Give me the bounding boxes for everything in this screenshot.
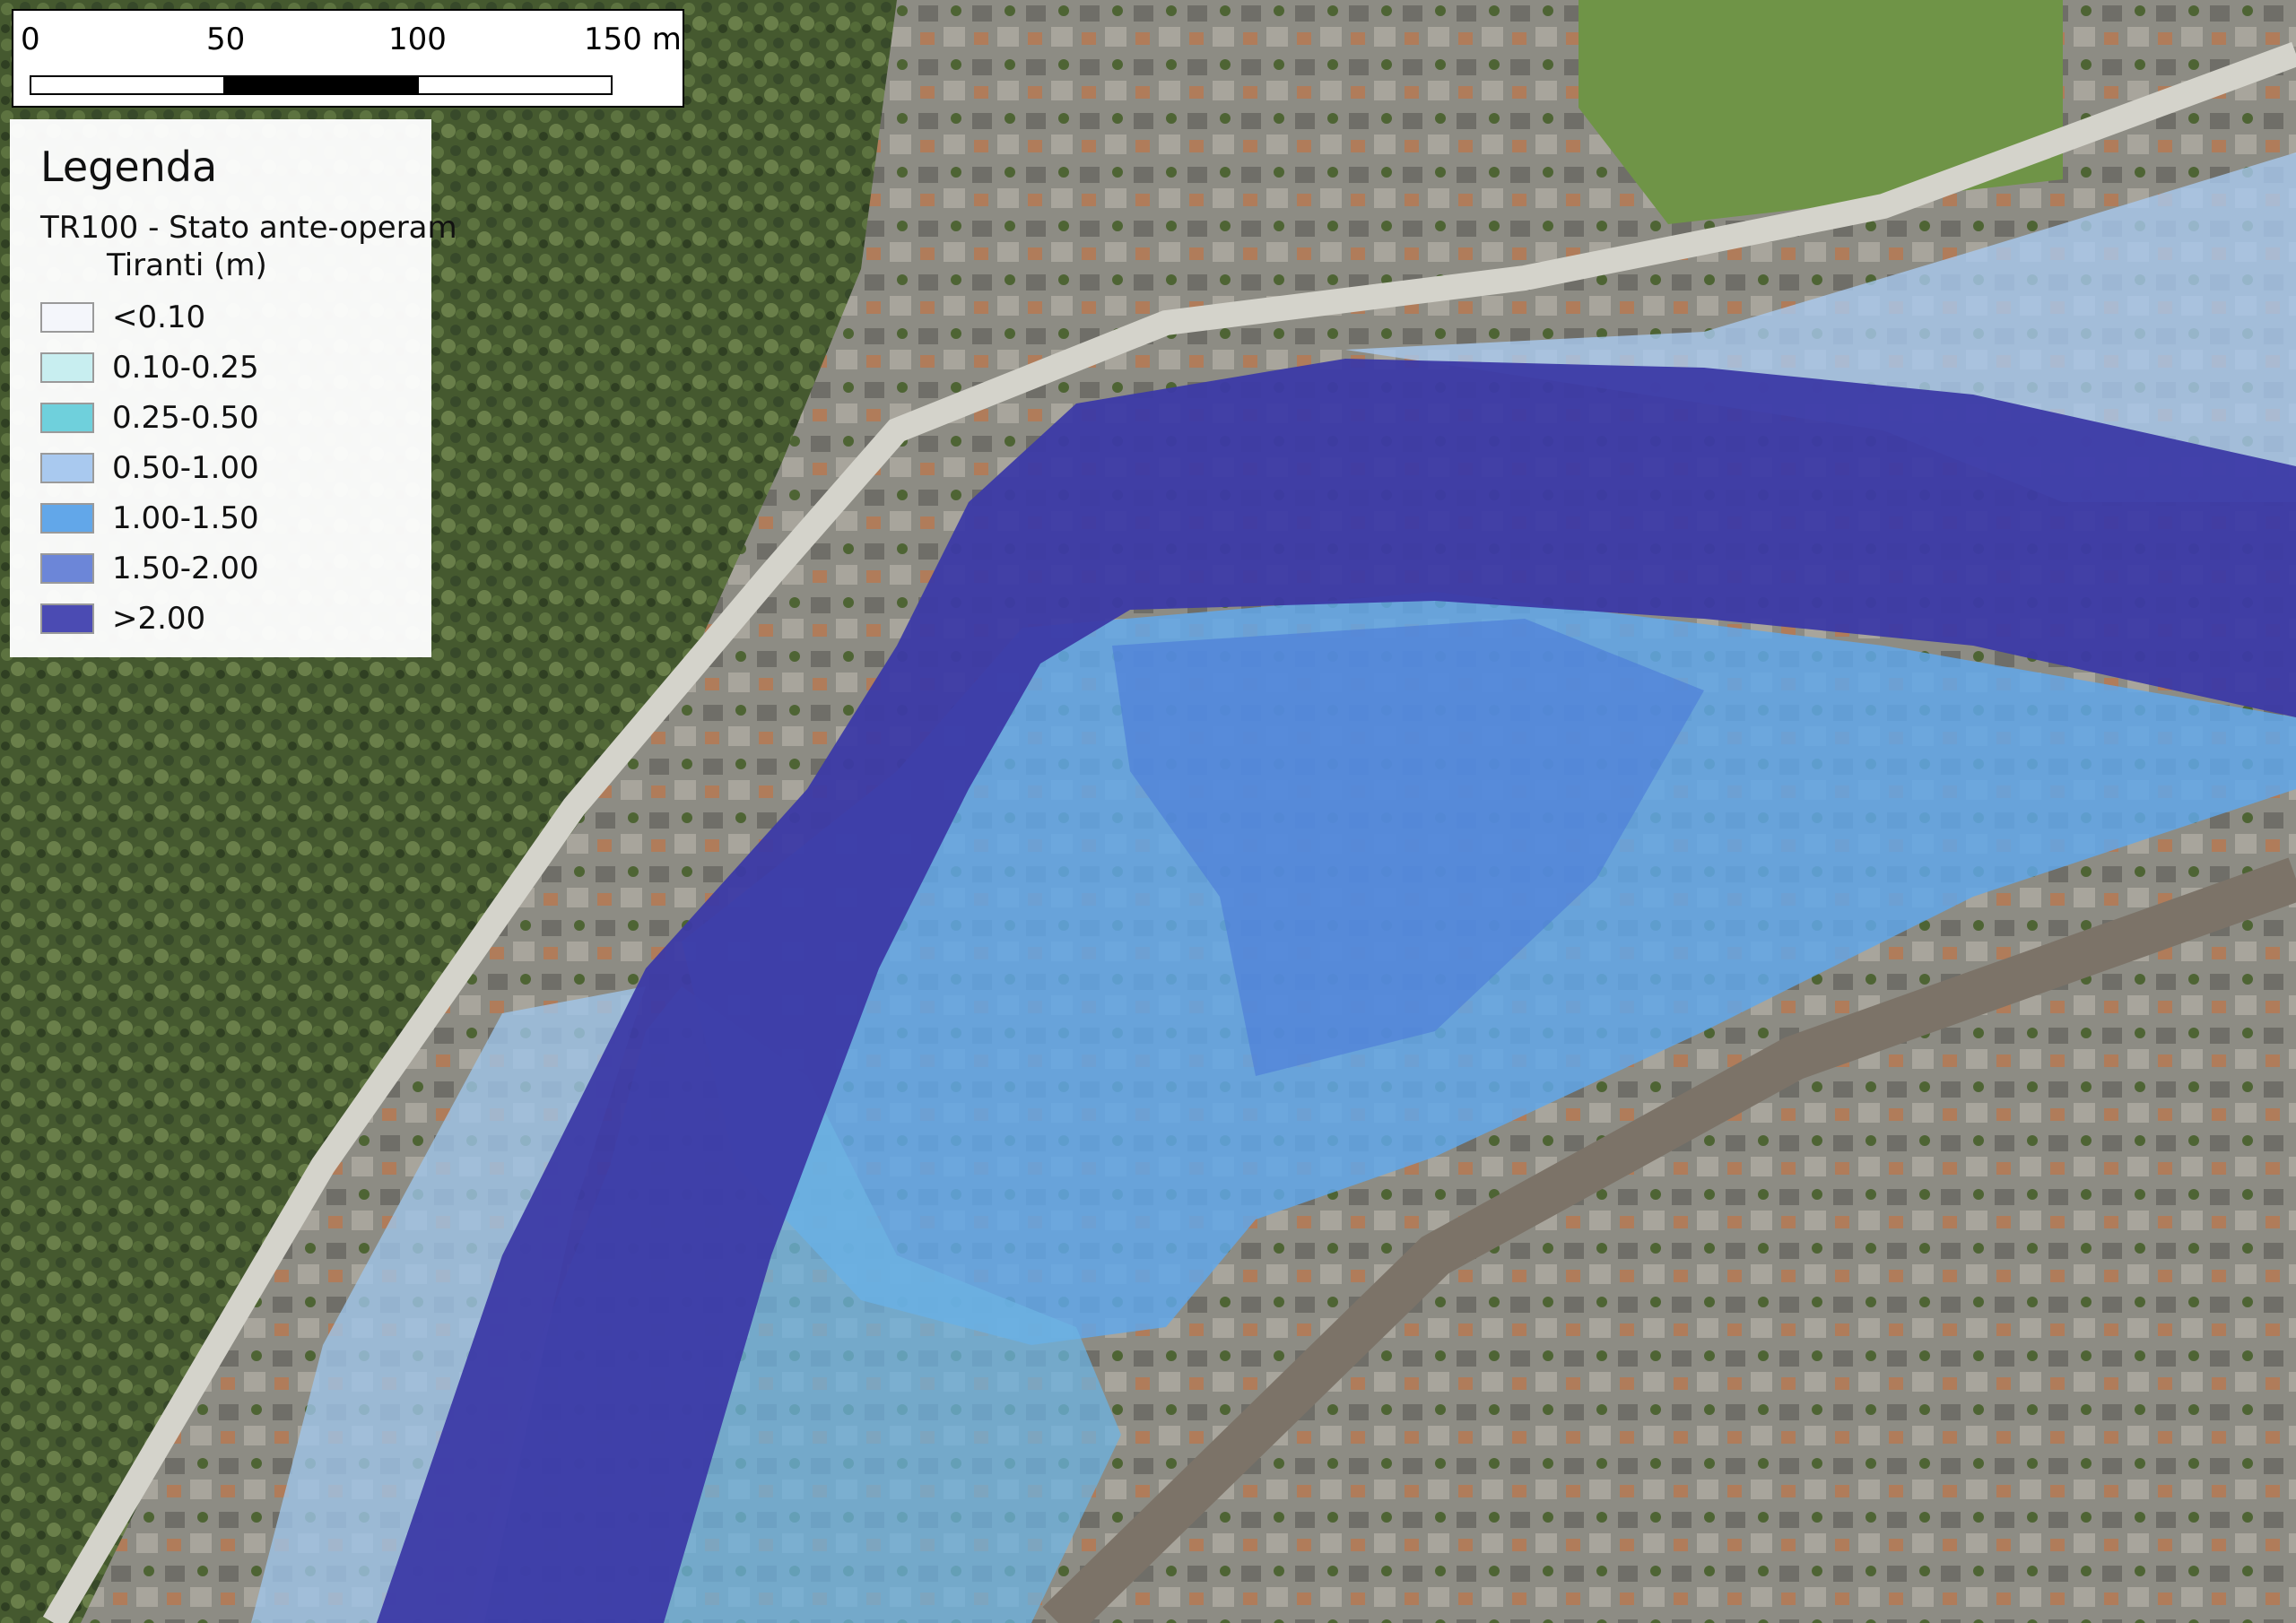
legend-item: >2.00 xyxy=(40,594,415,644)
legend-item-label: 1.00-1.50 xyxy=(112,500,259,537)
legend-swatch xyxy=(40,453,94,484)
legend-item-label: 1.50-2.00 xyxy=(112,551,259,587)
legend-item-label: >2.00 xyxy=(112,601,206,638)
scale-tick-0: 0 xyxy=(21,22,40,57)
legend-layer-name: TR100 - Stato ante-operam xyxy=(40,210,457,246)
legend-title: Legenda xyxy=(40,143,218,191)
scale-tick-50: 50 xyxy=(206,22,246,57)
scale-segment-3 xyxy=(417,75,613,95)
legend-item: 0.10-0.25 xyxy=(40,343,415,393)
legend-item-label: <0.10 xyxy=(112,299,206,336)
scale-tick-150: 150 m xyxy=(584,22,682,57)
legend-item-label: 0.50-1.00 xyxy=(112,450,259,487)
legend-swatch xyxy=(40,352,94,384)
legend-item: 1.50-2.00 xyxy=(40,543,415,594)
legend-swatch xyxy=(40,503,94,534)
scale-bar: 0 50 100 150 m xyxy=(12,9,684,108)
legend-item-label: 0.10-0.25 xyxy=(112,350,259,386)
legend-item: <0.10 xyxy=(40,292,415,343)
legend-swatch xyxy=(40,553,94,585)
legend-item-label: 0.25-0.50 xyxy=(112,400,259,437)
legend-item: 0.50-1.00 xyxy=(40,443,415,493)
map-legend: Legenda TR100 - Stato ante-operam Tirant… xyxy=(10,119,457,657)
scale-segment-2 xyxy=(223,75,419,95)
scale-segment-1 xyxy=(30,75,225,95)
scale-tick-100: 100 xyxy=(388,22,447,57)
legend-swatch xyxy=(40,403,94,434)
legend-swatch xyxy=(40,603,94,635)
legend-item: 0.25-0.50 xyxy=(40,393,415,443)
legend-swatch xyxy=(40,302,94,334)
legend-sublayer-name: Tiranti (m) xyxy=(107,247,267,283)
legend-item: 1.00-1.50 xyxy=(40,493,415,543)
